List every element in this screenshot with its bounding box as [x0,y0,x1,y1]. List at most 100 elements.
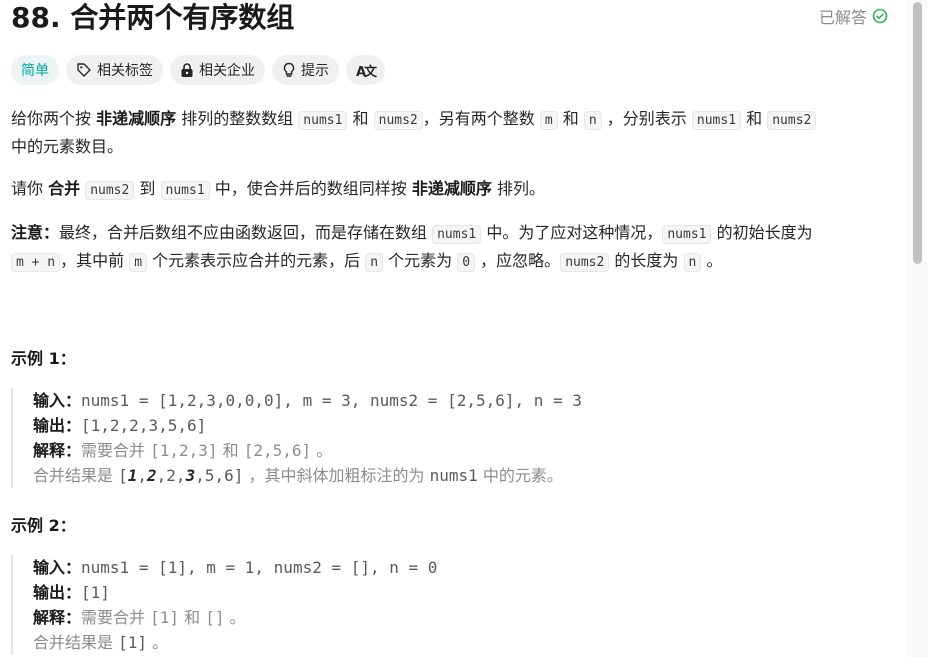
text: 和 [741,109,768,128]
emphasis-number: 3 [185,466,196,485]
text: 。 [701,251,723,270]
desc-paragraph-3: 注意：最终，合并后数组不应由函数返回，而是存储在数组 nums1 中。为了应对这… [11,220,891,276]
inline-code: m [539,111,558,130]
inline-code: nums1 [298,111,348,130]
text: 个元素为 [383,251,458,270]
output-label: 输出： [33,416,82,435]
example-2-title: 示例 2： [11,516,76,535]
note-label: 注意： [11,223,60,242]
desc-paragraph-1: 给你两个按 非递减顺序 排列的整数数组 nums1 和 nums2 ，另有两个整数… [11,106,891,160]
example-result-line: 合并结果是 [1,2,2,3,5,6] ，其中斜体加粗标注的为 nums1 中的… [33,463,881,488]
example-output-line: 输出：[1,2,2,3,5,6] [33,413,881,438]
inline-code: 0 [457,253,476,272]
input-label: 输入： [33,391,82,410]
desc-paragraph-2: 请你 合并 nums2 到 nums1 中，使合并后的数组同样按 非递减顺序 排… [11,176,891,204]
input-label: 输入： [33,558,82,577]
text: 排列的整数数组 [176,109,299,128]
code-value: [1] [150,608,180,627]
inline-code: nums1 [691,111,742,130]
emphasis: 非递减顺序 [96,109,177,128]
lightbulb-icon [282,62,296,78]
text: 请你 [11,179,49,198]
related-companies-label: 相关企业 [199,63,255,79]
example-output-line: 输出：[1] [33,580,881,605]
text: 和 [217,441,244,460]
inline-code: nums1 [432,225,482,244]
text: 给你两个按 [11,109,97,128]
example-result-line: 合并结果是 [1] 。 [33,630,881,655]
emphasis: 合并 [48,179,81,198]
text: 需要合并 [81,441,151,460]
text: ，其中斜体加粗标注的为 [243,466,430,485]
text: ，应忽略。 [475,251,561,270]
code-value: [] [205,608,225,627]
inline-code: m + n [11,253,61,272]
translate-button[interactable]: A文 [346,55,386,85]
hints-label: 提示 [301,63,329,79]
tag-row: 简单 相关标签 相关企业 提示 A文 [11,55,386,85]
difficulty-label: 简单 [21,63,49,79]
text: 中。为了应对这种情况， [481,223,663,242]
code-value: nums1 [429,466,478,485]
text: 。 [311,441,333,460]
text: 合并结果是 [33,633,119,652]
code-value: , [137,466,148,485]
solved-label: 已解答 [818,8,867,27]
inline-code: n [365,253,384,272]
related-tags-button[interactable]: 相关标签 [66,55,163,85]
explain-label: 解释： [33,608,82,627]
example-explain-line: 解释：需要合并 [1,2,3] 和 [2,5,6] 。 [33,438,881,463]
code-value: [2,5,6] [243,441,312,460]
related-companies-button[interactable]: 相关企业 [170,55,265,85]
code-value: ,2, [156,466,186,485]
text: 中，使合并后的数组同样按 [209,179,412,198]
text: ，其中前 [60,251,130,270]
code-value: ,5,6] [195,466,244,485]
text: 的长度为 [609,251,684,270]
translate-icon: A文 [356,64,377,80]
inline-code: nums1 [662,225,712,244]
vertical-scrollbar[interactable] [906,0,928,657]
text: 到 [134,179,161,198]
difficulty-badge[interactable]: 简单 [11,55,59,85]
emphasis-number: 2 [147,466,157,485]
inline-code: m [129,253,148,272]
text: 。 [224,608,246,627]
example-1-block: 输入：nums1 = [1,2,3,0,0,0], m = 3, nums2 =… [11,388,881,488]
inline-code: nums1 [160,181,210,200]
input-value: nums1 = [1,2,3,0,0,0], m = 3, nums2 = [2… [81,391,582,410]
text: 的初始长度为 [711,223,813,242]
input-value: nums1 = [1], m = 1, nums2 = [], n = 0 [81,558,438,577]
problem-title: 88. 合并两个有序数组 [11,1,295,34]
example-input-line: 输入：nums1 = [1,2,3,0,0,0], m = 3, nums2 =… [33,388,881,413]
inline-code: n [683,253,702,272]
hints-button[interactable]: 提示 [272,55,339,85]
text: 和 [557,109,584,128]
inline-code: nums2 [767,111,817,130]
check-circle-icon [872,8,888,24]
inline-code: n [583,111,602,130]
code-value: [1,2,3] [150,441,218,460]
explain-label: 解释： [33,441,82,460]
code-value: [1] [118,633,147,652]
text: 。 [147,633,169,652]
example-2-block: 输入：nums1 = [1], m = 1, nums2 = [], n = 0… [11,555,881,655]
example-input-line: 输入：nums1 = [1], m = 1, nums2 = [], n = 0 [33,555,881,580]
output-value: [1,2,2,3,5,6] [81,416,207,435]
problem-description: 给你两个按 非递减顺序 排列的整数数组 nums1 和 nums2 ，另有两个整数… [11,106,891,292]
text: ，分别表示 [601,109,692,128]
emphasis-number: 1 [127,466,138,485]
related-tags-label: 相关标签 [97,63,153,79]
scrollbar-thumb[interactable] [913,2,922,264]
output-value: [1] [81,583,110,602]
text: ，另有两个整数 [422,109,540,128]
problem-header: 88. 合并两个有序数组 已解答 [11,0,906,44]
text: 需要合并 [81,608,151,627]
text: 和 [347,109,374,128]
lock-icon [180,62,194,78]
code-value: [ [118,466,128,485]
inline-code: nums2 [85,181,135,200]
inline-code: nums2 [373,111,423,130]
emphasis: 非递减顺序 [411,179,492,198]
text: 中的元素。 [477,466,563,485]
